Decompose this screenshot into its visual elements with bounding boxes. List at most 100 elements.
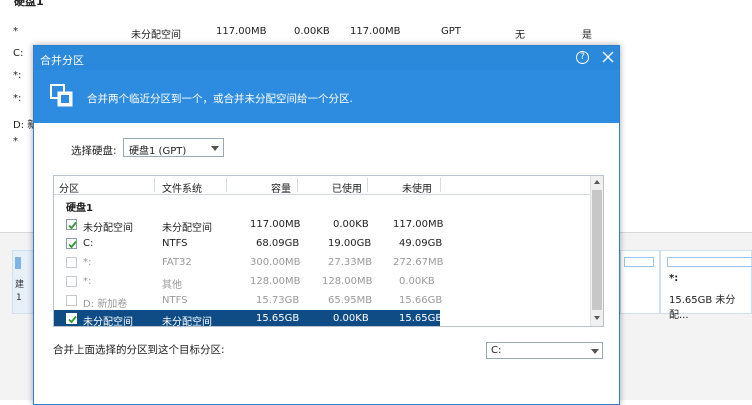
partition-name: 未分配空间 xyxy=(83,317,133,327)
scroll-up-icon[interactable] xyxy=(594,180,600,184)
bg-row-flag: 是 xyxy=(582,30,592,41)
column-divider xyxy=(226,178,227,192)
bg-row-label: *: xyxy=(13,70,22,81)
bg-partition-row[interactable]: * 未分配空间 117.00MB 0.00KB 117.00MB GPT 无 是 xyxy=(0,21,752,43)
dialog-titlebar[interactable]: 合并分区 ? xyxy=(34,46,619,70)
partition-free: 272.67MB xyxy=(393,257,444,268)
partition-checkbox[interactable] xyxy=(66,313,77,324)
bg-row-used: 0.00KB xyxy=(294,26,330,37)
partition-free: 117.00MB xyxy=(393,219,444,230)
bg-disk-marker xyxy=(15,257,21,269)
partition-capacity: 68.09GB xyxy=(256,238,300,249)
column-header-capacity[interactable]: 容量 xyxy=(271,180,291,195)
column-header-used[interactable]: 已使用 xyxy=(332,180,362,195)
chevron-down-icon xyxy=(591,349,599,354)
scrollbar-thumb[interactable] xyxy=(592,190,602,310)
column-header-filesystem[interactable]: 文件系统 xyxy=(162,180,202,195)
bg-disk-card-text: 1 xyxy=(16,293,22,303)
bg-header: 硬盘1 xyxy=(0,0,752,12)
bg-partition-card[interactable] xyxy=(620,250,660,314)
partition-name: *: xyxy=(83,276,92,287)
column-divider xyxy=(367,178,368,192)
partition-filesystem: NTFS xyxy=(162,295,188,306)
partition-free: 0.00KB xyxy=(399,276,435,287)
disk-group-title: 硬盘1 xyxy=(66,203,93,214)
bg-partition-card-size: 15.65GB 未分配... xyxy=(669,295,736,321)
partition-row[interactable]: *: FAT32 300.00MB 27.33MB 272.67MB xyxy=(54,254,444,272)
partition-filesystem: NTFS xyxy=(162,238,188,249)
partition-used: 0.00KB xyxy=(333,313,369,324)
column-header-partition[interactable]: 分区 xyxy=(59,180,79,195)
column-header-free[interactable]: 未使用 xyxy=(402,180,432,195)
partition-row[interactable]: 未分配空间 未分配空间 117.00MB 0.00KB 117.00MB xyxy=(54,216,444,234)
target-partition-value: C: xyxy=(491,345,502,356)
bg-row-capacity: 117.00MB xyxy=(216,26,267,37)
partition-checkbox xyxy=(66,257,77,268)
help-icon[interactable]: ? xyxy=(576,51,589,64)
bg-row-label: *: xyxy=(13,93,22,104)
partition-filesystem: FAT32 xyxy=(162,257,192,268)
partition-name: D: 新加卷 xyxy=(83,299,128,310)
partition-checkbox xyxy=(66,276,77,287)
partition-row[interactable]: 未分配空间 未分配空间 15.65GB 0.00KB 15.65GB xyxy=(54,310,443,327)
column-divider xyxy=(297,178,298,192)
partition-used: 19.00GB xyxy=(328,238,372,249)
bg-row-name: 未分配空间 xyxy=(131,30,181,41)
table-scrollbar[interactable] xyxy=(590,176,603,326)
bg-row-label: * xyxy=(13,26,18,37)
partition-capacity: 128.00MB xyxy=(250,276,301,287)
partition-free: 49.09GB xyxy=(399,238,443,249)
disk-select-dropdown[interactable]: 硬盘1 (GPT) xyxy=(123,138,224,157)
partition-name: C: xyxy=(83,238,94,249)
partition-free: 15.66GB xyxy=(399,295,443,306)
scroll-down-icon[interactable] xyxy=(594,316,600,320)
partition-row[interactable]: C: NTFS 68.09GB 19.00GB 49.09GB xyxy=(54,235,443,253)
partition-checkbox xyxy=(66,295,77,306)
partition-checkbox[interactable] xyxy=(66,238,77,249)
banner-description: 合并两个临近分区到一个，或合并未分配空间给一个分区. xyxy=(87,93,353,105)
dialog-banner: 合并两个临近分区到一个，或合并未分配空间给一个分区. xyxy=(34,70,619,123)
bg-row-free: 117.00MB xyxy=(350,26,401,37)
column-divider xyxy=(440,178,441,192)
select-disk-label: 选择硬盘: xyxy=(71,145,117,157)
column-divider xyxy=(154,178,155,192)
close-icon[interactable] xyxy=(600,49,616,65)
disk-select-value: 硬盘1 (GPT) xyxy=(129,146,187,157)
bg-disk-card-text: 建 xyxy=(15,280,25,290)
merge-target-label: 合并上面选择的分区到这个目标分区: xyxy=(53,344,225,356)
partition-used: 27.33MB xyxy=(328,257,373,268)
partition-used: 0.00KB xyxy=(333,219,369,230)
bg-partition-usage-bar xyxy=(624,257,654,267)
bg-partition-card-label: *: xyxy=(669,273,679,284)
partition-free: 15.65GB xyxy=(399,313,443,324)
partition-row[interactable]: D: 新加卷 NTFS 15.73GB 65.95MB 15.66GB xyxy=(54,292,443,310)
partition-capacity: 300.00MB xyxy=(250,257,301,268)
partition-row[interactable]: *: 其他 128.00MB 128.00MB 0.00KB xyxy=(54,273,440,291)
bg-row-type: GPT xyxy=(441,26,461,37)
partition-filesystem: 未分配空间 xyxy=(162,223,212,234)
partition-filesystem: 其他 xyxy=(162,280,182,291)
partition-capacity: 15.65GB xyxy=(256,313,300,324)
bg-partition-card[interactable]: *: 15.65GB 未分配... xyxy=(660,250,752,321)
bg-disk-card[interactable]: 建 1 xyxy=(12,250,34,314)
merge-partition-icon xyxy=(50,84,74,108)
bg-disk-title: 硬盘1 xyxy=(14,0,44,8)
merge-partitions-dialog: 合并分区 ? 合并两个临近分区到一个，或合并未分配空间给一个分区. 选择硬盘: … xyxy=(33,45,620,405)
partition-table: 分区 文件系统 容量 已使用 未使用 硬盘1 未分配空间 未分配空间 117.0… xyxy=(53,175,604,327)
bg-row-label: C: xyxy=(13,48,24,59)
partition-checkbox[interactable] xyxy=(66,219,77,230)
partition-name: 未分配空间 xyxy=(83,223,133,234)
chevron-down-icon xyxy=(211,146,219,151)
partition-filesystem: 未分配空间 xyxy=(162,317,212,327)
partition-capacity: 117.00MB xyxy=(250,219,301,230)
partition-name: *: xyxy=(83,257,92,268)
partition-used: 65.95MB xyxy=(328,295,373,306)
target-partition-dropdown[interactable]: C: xyxy=(486,342,603,359)
partition-capacity: 15.73GB xyxy=(256,295,300,306)
bg-partition-usage-bar xyxy=(667,257,752,267)
bg-row-label: * xyxy=(13,136,18,147)
bg-row-status: 无 xyxy=(515,30,525,41)
partition-used: 128.00MB xyxy=(322,276,373,287)
table-header: 分区 文件系统 容量 已使用 未使用 xyxy=(54,176,603,195)
dialog-title: 合并分区 xyxy=(40,54,84,67)
